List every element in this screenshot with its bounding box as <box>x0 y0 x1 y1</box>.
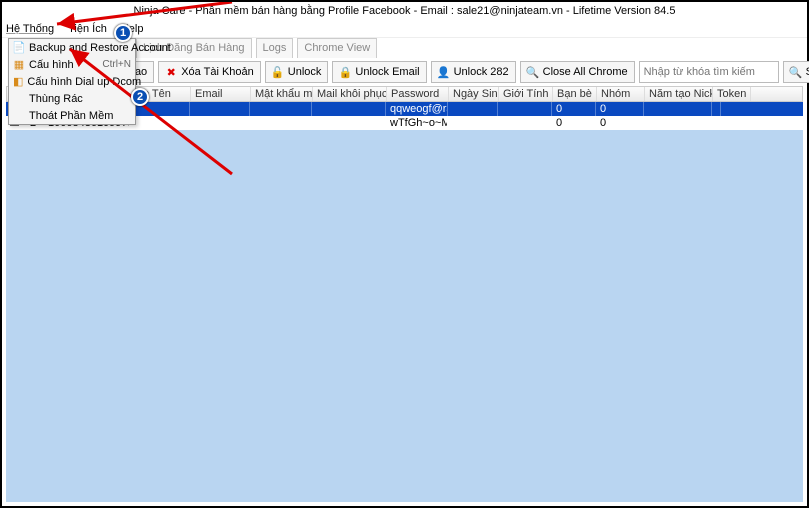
search-input[interactable] <box>639 61 779 83</box>
cell-gioitinh <box>498 116 552 130</box>
person-icon: 👤 <box>438 66 450 78</box>
cell-ngaysinh <box>448 116 498 130</box>
unlock-email-icon: 🔒 <box>339 66 351 78</box>
cell-nhom: 0 <box>596 116 644 130</box>
col-nhom[interactable]: Nhóm <box>597 87 645 101</box>
cell-token <box>712 102 721 116</box>
cell-banbe: 0 <box>552 116 596 130</box>
cell-gioitinh <box>498 102 552 116</box>
btn-label: Unlock 282 <box>454 66 509 78</box>
col-namtao[interactable]: Năm tạo Nick <box>645 87 713 101</box>
cell-mkphuc <box>312 102 386 116</box>
col-gioitinh[interactable]: Giới Tính <box>499 87 553 101</box>
cell-password: wTfGh~o~MVf#… <box>386 116 448 130</box>
cell-mkphuc <box>312 116 386 130</box>
unlock-282-button[interactable]: 👤 Unlock 282 <box>431 61 516 83</box>
close-all-chrome-button[interactable]: 🔍 Close All Chrome <box>520 61 635 83</box>
btn-label: Seach <box>806 66 809 78</box>
cell-token <box>712 116 721 130</box>
col-ngaysinh[interactable]: Ngày Sinh <box>449 87 499 101</box>
col-mkphuc[interactable]: Mail khôi phục <box>313 87 387 101</box>
annotation-badge-2: 2 <box>131 88 149 106</box>
search-icon: 🔍 <box>790 66 802 78</box>
annotation-arrow-2 <box>2 34 302 184</box>
magnify-icon: 🔍 <box>527 66 539 78</box>
unlock-email-button[interactable]: 🔒 Unlock Email <box>332 61 426 83</box>
cell-namtao <box>644 102 712 116</box>
col-token[interactable]: Token <box>713 87 751 101</box>
btn-label: Close All Chrome <box>543 66 628 78</box>
col-password[interactable]: Password <box>387 87 449 101</box>
col-banbe[interactable]: Bạn bè <box>553 87 597 101</box>
search-button[interactable]: 🔍 Seach <box>783 61 809 83</box>
annotation-badge-1: 1 <box>114 24 132 42</box>
tab-chrome-view[interactable]: Chrome View <box>297 38 377 58</box>
cell-ngaysinh <box>448 102 498 116</box>
btn-label: Unlock Email <box>355 66 419 78</box>
cell-nhom: 0 <box>596 102 644 116</box>
cell-namtao <box>644 116 712 130</box>
cell-banbe: 0 <box>552 102 596 116</box>
cell-password: qqweogf@ra#68… <box>386 102 448 116</box>
